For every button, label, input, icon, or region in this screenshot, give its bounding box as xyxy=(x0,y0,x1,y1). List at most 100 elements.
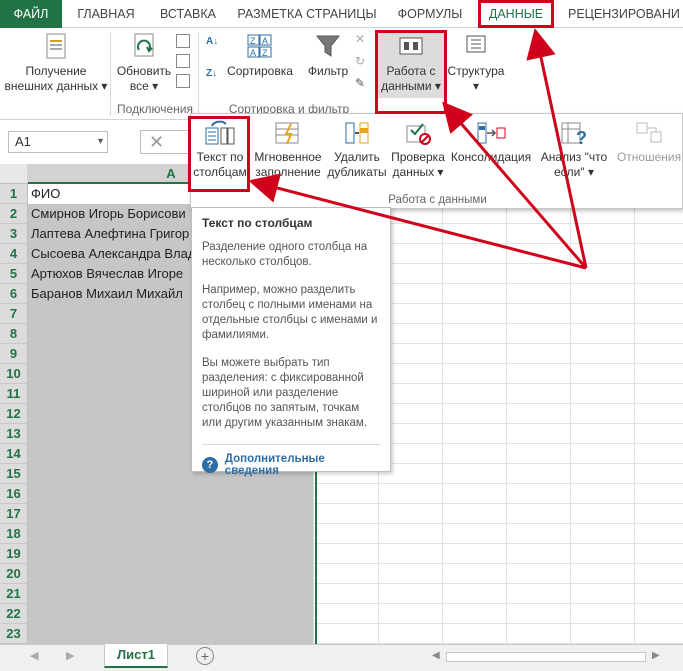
tooltip-title: Текст по столбцам xyxy=(202,216,313,230)
row-header[interactable]: 7 xyxy=(0,304,28,324)
row-header[interactable]: 13 xyxy=(0,424,28,444)
data-validation-line2: данных ▾ xyxy=(392,165,444,179)
flash-fill-button[interactable]: Мгновенное заполнение xyxy=(251,120,325,180)
advanced-filter-icon[interactable]: ✎ xyxy=(355,76,365,90)
row-header[interactable]: 5 xyxy=(0,264,28,284)
tab-page-layout[interactable]: РАЗМЕТКА СТРАНИЦЫ xyxy=(230,0,384,28)
what-if-line1: Анализ "что xyxy=(540,150,608,164)
row-header[interactable]: 11 xyxy=(0,384,28,404)
tooltip-paragraph-2: Например, можно разделить столбец с полн… xyxy=(202,284,378,341)
row-header[interactable]: 21 xyxy=(0,584,28,604)
properties-icon[interactable] xyxy=(176,54,190,68)
data-validation-button[interactable]: Проверка данных ▾ xyxy=(389,120,447,180)
cell-a[interactable] xyxy=(28,544,314,564)
tab-file[interactable]: ФАЙЛ xyxy=(0,0,62,28)
sheet-bar: ◀ ▶ Лист1 + ◀ ▶ xyxy=(0,644,683,671)
scroll-right-icon[interactable]: ▶ xyxy=(66,649,74,662)
select-all-corner[interactable] xyxy=(0,164,28,184)
refresh-all-button[interactable]: Обновить все ▾ xyxy=(112,32,176,94)
tab-formulas[interactable]: ФОРМУЛЫ xyxy=(390,0,470,28)
cell-a[interactable] xyxy=(28,524,314,544)
relationships-button[interactable]: Отношения xyxy=(615,120,683,165)
chevron-down-icon[interactable]: ▾ xyxy=(98,132,103,152)
row-header[interactable]: 18 xyxy=(0,524,28,544)
row-header[interactable]: 14 xyxy=(0,444,28,464)
table-row xyxy=(28,484,683,504)
relationships-icon xyxy=(636,122,662,143)
what-if-analysis-button[interactable]: ? Анализ "что если" ▾ xyxy=(535,120,613,180)
cancel-icon[interactable]: ✕ xyxy=(149,132,164,153)
cell-a[interactable] xyxy=(28,604,314,624)
flash-fill-line2: заполнение xyxy=(255,165,321,179)
row-header[interactable]: 22 xyxy=(0,604,28,624)
row-header[interactable]: 6 xyxy=(0,284,28,304)
refresh-line2: все ▾ xyxy=(129,79,159,93)
outline-dropdown-icon: ▾ xyxy=(472,79,480,93)
tab-insert[interactable]: ВСТАВКА xyxy=(150,0,226,28)
get-external-line1: Получение xyxy=(25,64,87,78)
formula-cancel-area[interactable]: ✕ xyxy=(140,130,190,154)
filter-icon xyxy=(315,35,341,57)
column-gridline xyxy=(442,164,443,644)
row-header[interactable]: 12 xyxy=(0,404,28,424)
row-header[interactable]: 19 xyxy=(0,544,28,564)
table-row xyxy=(28,604,683,624)
remove-duplicates-line2: дубликаты xyxy=(327,165,387,179)
cell-a[interactable] xyxy=(28,504,314,524)
add-sheet-icon[interactable]: + xyxy=(196,647,214,665)
row-header[interactable]: 3 xyxy=(0,224,28,244)
row-header[interactable]: 23 xyxy=(0,624,28,644)
filter-button[interactable]: Фильтр xyxy=(302,32,354,79)
row-header[interactable]: 1 xyxy=(0,184,28,204)
remove-duplicates-icon xyxy=(345,122,369,144)
tooltip-text-to-columns: Текст по столбцам Разделение одного стол… xyxy=(191,207,391,477)
scroll-left-icon[interactable]: ◀ xyxy=(30,649,38,662)
group-label-connections: Подключения xyxy=(117,102,193,116)
hscroll-left-icon[interactable]: ◀ xyxy=(432,650,440,661)
row-header[interactable]: 9 xyxy=(0,344,28,364)
clear-filter-icon[interactable]: ✕ xyxy=(355,32,365,46)
column-gridline xyxy=(634,164,635,644)
consolidate-label: Консолидация xyxy=(450,150,532,164)
row-header[interactable]: 4 xyxy=(0,244,28,264)
row-header[interactable]: 2 xyxy=(0,204,28,224)
tab-review[interactable]: РЕЦЕНЗИРОВАНИ xyxy=(560,0,683,28)
cell-a[interactable] xyxy=(28,624,314,644)
row-header[interactable]: 10 xyxy=(0,364,28,384)
sheet-tab-list1[interactable]: Лист1 xyxy=(104,644,168,668)
cell-a[interactable] xyxy=(28,484,314,504)
name-box[interactable]: A1 ▾ xyxy=(8,131,108,153)
tooltip-more-link[interactable]: ? Дополнительные сведения xyxy=(202,444,380,477)
sort-button[interactable]: Z A A Z Сортировка xyxy=(224,32,296,79)
cell-a[interactable] xyxy=(28,584,314,604)
outline-button[interactable]: Структура ▾ xyxy=(446,32,506,94)
consolidate-icon xyxy=(477,122,506,144)
tab-home[interactable]: ГЛАВНАЯ xyxy=(66,0,146,28)
tooltip-more-label: Дополнительные сведения xyxy=(224,453,325,477)
row-header[interactable]: 17 xyxy=(0,504,28,524)
table-row xyxy=(28,584,683,604)
get-external-data-button[interactable]: Получение внешних данных ▾ xyxy=(4,32,108,94)
sort-az-icon[interactable]: A↓ xyxy=(206,36,218,47)
row-header[interactable]: 20 xyxy=(0,564,28,584)
row-header[interactable]: 15 xyxy=(0,464,28,484)
row-header[interactable]: 16 xyxy=(0,484,28,504)
group-separator xyxy=(198,32,199,116)
cell-a[interactable] xyxy=(28,564,314,584)
connections-icon[interactable] xyxy=(176,34,190,48)
remove-duplicates-button[interactable]: Удалить дубликаты xyxy=(327,120,387,180)
svg-text:?: ? xyxy=(576,128,587,146)
hscroll-right-icon[interactable]: ▶ xyxy=(652,650,660,661)
table-row xyxy=(28,504,683,524)
column-gridline xyxy=(506,164,507,644)
edit-links-icon[interactable] xyxy=(176,74,190,88)
sort-za-icon[interactable]: Z↓ xyxy=(206,68,217,79)
remove-duplicates-line1: Удалить xyxy=(334,150,380,164)
reapply-icon[interactable]: ↻ xyxy=(355,54,365,68)
row-header[interactable]: 8 xyxy=(0,324,28,344)
consolidate-button[interactable]: Консолидация xyxy=(449,120,533,165)
tooltip-paragraph-3: Вы можете выбрать тип разделения: с фикс… xyxy=(202,357,368,429)
table-row xyxy=(28,564,683,584)
horizontal-scrollbar[interactable] xyxy=(446,652,646,662)
sort-label: Сортировка xyxy=(227,64,293,78)
